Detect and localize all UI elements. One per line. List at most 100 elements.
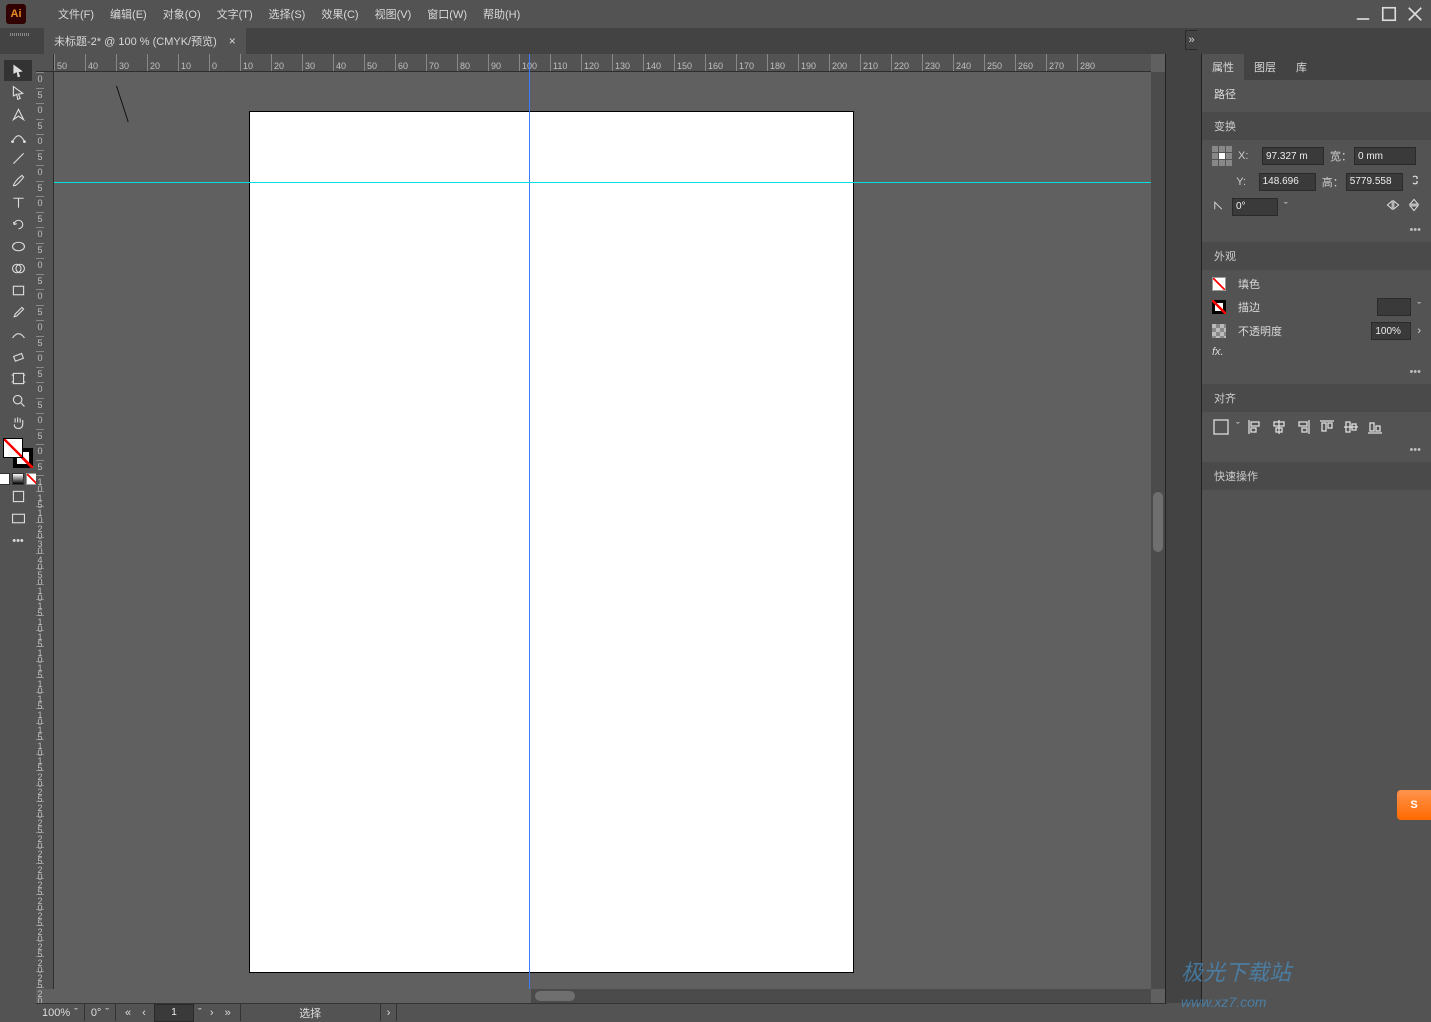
gradient-tool[interactable] [4, 324, 32, 345]
flip-vertical-icon[interactable] [1407, 197, 1421, 216]
opacity-input[interactable]: 100% [1371, 322, 1411, 340]
opacity-more-icon[interactable]: › [1417, 325, 1421, 337]
reference-point-picker[interactable] [1212, 146, 1232, 166]
y-input[interactable]: 148.696 [1259, 173, 1316, 191]
horizontal-scroll-thumb[interactable] [535, 991, 575, 1001]
stroke-color-swatch[interactable] [1212, 300, 1226, 314]
view-rotation[interactable]: 0° [91, 1007, 102, 1019]
align-bottom-icon[interactable] [1366, 418, 1384, 436]
ellipse-tool[interactable] [4, 236, 32, 257]
w-input[interactable]: 0 mm [1354, 147, 1416, 165]
align-to-chevron-icon[interactable]: ˇ [1236, 421, 1240, 433]
vertical-guide[interactable] [529, 54, 530, 989]
gradient-mode-icon[interactable] [12, 473, 24, 485]
minimize-button[interactable] [1353, 6, 1373, 22]
quick-actions-header: 快速操作 [1202, 462, 1431, 490]
tab-libraries[interactable]: 库 [1286, 54, 1317, 80]
hand-tool[interactable] [4, 412, 32, 433]
x-input[interactable]: 97.327 m [1262, 147, 1324, 165]
zoom-dropdown-icon[interactable]: ˇ [74, 1007, 78, 1019]
paintbrush-tool[interactable] [4, 170, 32, 191]
rotation-dropdown-icon[interactable]: ˇ [105, 1007, 109, 1019]
menu-edit[interactable]: 编辑(E) [102, 6, 155, 22]
color-mode-icon[interactable] [0, 473, 10, 485]
artboard-next-icon[interactable]: › [206, 1007, 218, 1019]
fx-label[interactable]: fx. [1212, 346, 1224, 358]
appearance-more-icon[interactable]: ••• [1202, 364, 1431, 380]
rotate-tool[interactable] [4, 214, 32, 235]
stroke-weight-dropdown-icon[interactable]: ˇ [1417, 301, 1421, 313]
draw-mode-icon[interactable] [4, 486, 32, 507]
artboard-tool[interactable] [4, 368, 32, 389]
document-tab-bar: 未标题-2* @ 100 % (CMYK/预览) × [0, 28, 1431, 54]
canvas-area[interactable]: 5040302010010203040506070809010011012013… [36, 54, 1165, 1003]
ruler-origin[interactable] [36, 54, 54, 72]
fill-color-swatch[interactable] [1212, 277, 1226, 291]
selection-tool[interactable] [4, 60, 32, 81]
zoom-tool[interactable] [4, 390, 32, 411]
align-section-header: 对齐 [1202, 384, 1431, 412]
shape-builder-tool[interactable] [4, 258, 32, 279]
eraser-tool[interactable] [4, 346, 32, 367]
artboard-index-input[interactable]: 1 [154, 1004, 194, 1022]
type-tool[interactable] [4, 192, 32, 213]
h-input[interactable]: 5779.558 [1346, 173, 1403, 191]
zoom-level[interactable]: 100% [42, 1007, 70, 1019]
path-object[interactable] [116, 86, 134, 126]
eyedropper-tool[interactable] [4, 302, 32, 323]
fill-stroke-swatch[interactable] [3, 438, 33, 468]
collapsed-panel-strip[interactable] [1165, 54, 1201, 1003]
artboard-first-icon[interactable]: « [122, 1007, 134, 1019]
panel-expand-toggle[interactable]: » [1185, 30, 1197, 50]
vertical-scroll-thumb[interactable] [1153, 492, 1163, 552]
menu-view[interactable]: 视图(V) [367, 6, 420, 22]
menu-select[interactable]: 选择(S) [261, 6, 314, 22]
align-hcenter-icon[interactable] [1270, 418, 1288, 436]
screen-mode-icon[interactable] [4, 508, 32, 529]
align-to-dropdown[interactable] [1212, 418, 1230, 436]
opacity-swatch-icon [1212, 324, 1226, 338]
menu-window[interactable]: 窗口(W) [419, 6, 475, 22]
maximize-button[interactable] [1379, 6, 1399, 22]
artboard-dropdown-icon[interactable]: ˇ [198, 1007, 202, 1019]
curvature-tool[interactable] [4, 126, 32, 147]
tab-layers[interactable]: 图层 [1244, 54, 1286, 80]
horizontal-guide[interactable] [54, 182, 1151, 183]
menu-help[interactable]: 帮助(H) [475, 6, 528, 22]
toolbar-dock-handle[interactable] [6, 30, 34, 38]
document-tab[interactable]: 未标题-2* @ 100 % (CMYK/预览) × [44, 28, 246, 54]
document-tab-close-icon[interactable]: × [229, 34, 236, 48]
status-more-icon[interactable]: › [387, 1007, 391, 1019]
vertical-scrollbar[interactable] [1151, 72, 1165, 989]
align-left-icon[interactable] [1246, 418, 1264, 436]
align-vcenter-icon[interactable] [1342, 418, 1360, 436]
menu-file[interactable]: 文件(F) [50, 6, 102, 22]
artboard-prev-icon[interactable]: ‹ [138, 1007, 150, 1019]
align-more-icon[interactable]: ••• [1202, 442, 1431, 458]
rotate-dropdown-icon[interactable]: ˇ [1284, 201, 1288, 213]
direct-selection-tool[interactable] [4, 82, 32, 103]
horizontal-ruler[interactable]: 5040302010010203040506070809010011012013… [54, 54, 1151, 72]
align-right-icon[interactable] [1294, 418, 1312, 436]
align-top-icon[interactable] [1318, 418, 1336, 436]
tab-properties[interactable]: 属性 [1202, 54, 1244, 80]
rotate-input[interactable]: 0° [1232, 198, 1278, 216]
artboard-last-icon[interactable]: » [222, 1007, 234, 1019]
app-icon: Ai [6, 4, 26, 24]
line-segment-tool[interactable] [4, 148, 32, 169]
transform-more-icon[interactable]: ••• [1202, 222, 1431, 238]
rectangle-tool[interactable] [4, 280, 32, 301]
horizontal-scrollbar[interactable] [531, 989, 1151, 1003]
vertical-ruler[interactable]: 0505050505050505050505050510151020304050… [36, 72, 54, 989]
menu-effect[interactable]: 效果(C) [313, 6, 366, 22]
close-button[interactable] [1405, 6, 1425, 22]
stroke-weight-input[interactable] [1377, 298, 1411, 316]
pen-tool[interactable] [4, 104, 32, 125]
fill-swatch[interactable] [3, 438, 23, 458]
flip-horizontal-icon[interactable] [1385, 198, 1401, 215]
menu-object[interactable]: 对象(O) [155, 6, 209, 22]
ime-badge-icon[interactable]: S [1397, 790, 1431, 820]
menu-type[interactable]: 文字(T) [209, 6, 261, 22]
link-wh-icon[interactable] [1409, 172, 1421, 191]
edit-toolbar-button[interactable]: ••• [4, 530, 32, 551]
